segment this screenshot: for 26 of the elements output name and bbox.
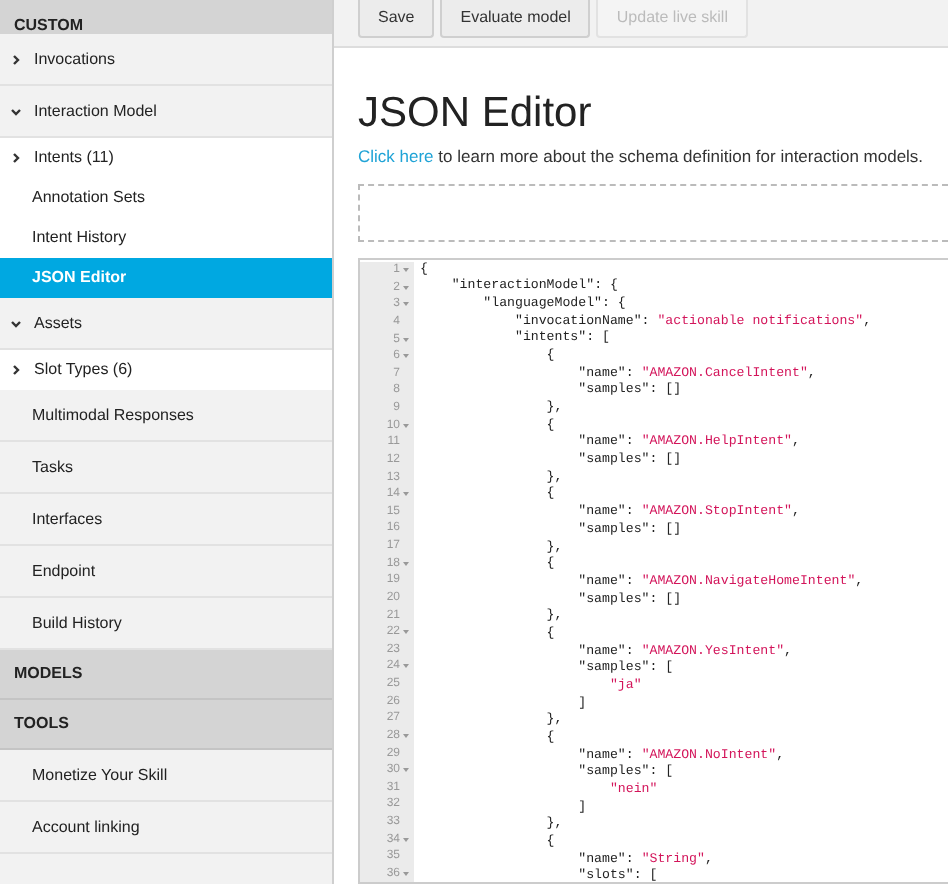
nav-item[interactable]: Endpoint xyxy=(32,559,96,583)
section-header: CUSTOM xyxy=(14,16,84,34)
nav-item[interactable]: Tasks xyxy=(32,455,73,479)
section-header: TOOLS xyxy=(14,712,69,736)
nav-item[interactable]: Monetize Your Skill xyxy=(32,763,168,787)
section-header: MODELS xyxy=(14,662,83,686)
toolbar-button[interactable]: Save xyxy=(358,0,435,38)
nav-item[interactable]: Slot Types (6) xyxy=(0,350,332,390)
nav-group[interactable]: Invocations xyxy=(34,47,115,71)
chevron-down-icon[interactable] xyxy=(10,317,22,329)
chevron-down-icon[interactable] xyxy=(10,105,22,117)
page-title: JSON Editor xyxy=(358,88,594,140)
nav-item[interactable]: Build History xyxy=(32,611,122,635)
chevron-right-icon[interactable] xyxy=(10,152,22,164)
nav-item[interactable]: Interfaces xyxy=(32,507,103,531)
nav-group[interactable]: Interaction Model xyxy=(34,99,157,123)
help-text: Click here to learn more about the schema definition for interaction models. xyxy=(358,144,924,170)
nav-group[interactable]: Assets xyxy=(34,311,83,335)
nav-item[interactable]: Intent History xyxy=(0,218,332,258)
chevron-right-icon[interactable] xyxy=(10,53,22,65)
nav-item[interactable]: Annotation Sets xyxy=(0,178,332,218)
nav-item[interactable]: Multimodal Responses xyxy=(32,403,194,427)
nav-item[interactable]: Intents (11) xyxy=(0,138,332,178)
nav-item[interactable]: Account linking xyxy=(32,815,140,839)
chevron-right-icon[interactable] xyxy=(10,364,22,376)
toolbar-button[interactable]: Evaluate model xyxy=(440,0,591,38)
